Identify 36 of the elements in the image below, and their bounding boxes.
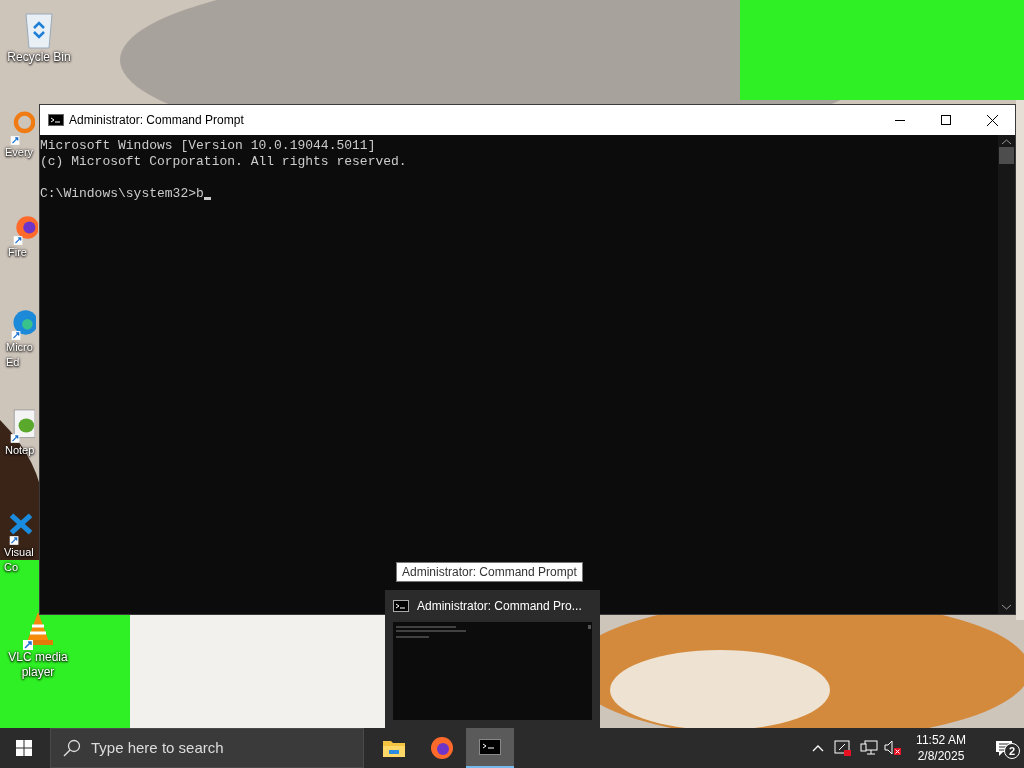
tablet-icon[interactable] [834, 739, 852, 757]
tooltip: Administrator: Command Prompt [396, 562, 583, 582]
notification-button[interactable]: 2 [984, 728, 1024, 768]
folder-icon [383, 739, 405, 757]
close-icon [986, 114, 998, 126]
network-icon[interactable] [860, 740, 878, 756]
windows-logo-icon [16, 740, 32, 756]
search-box[interactable]: Type here to search [50, 728, 364, 768]
text-cursor [203, 197, 211, 200]
thumbnail-title: Administrator: Command Pro... [417, 598, 582, 615]
scroll-down-icon[interactable] [1002, 604, 1011, 610]
desktop-shortcut[interactable]: Visual Co [4, 510, 34, 575]
browser-icon [430, 736, 454, 760]
search-icon [63, 739, 81, 757]
chevron-up-icon[interactable] [812, 744, 824, 752]
magnifier-icon [9, 110, 35, 145]
clock-time[interactable]: 11:52 AM [916, 732, 966, 748]
terminal-icon [48, 114, 64, 126]
console-line: Microsoft Windows [Version 10.0.19044.5011] [40, 138, 376, 154]
notification-count: 2 [1004, 743, 1020, 759]
console-line: C:\Windows\system32>b [40, 186, 204, 202]
notepad-icon [9, 408, 35, 443]
scrollbar-thumb[interactable] [999, 147, 1014, 164]
console-line: (c) Microsoft Corporation. All rights reserved. [40, 154, 407, 170]
search-placeholder: Type here to search [91, 737, 224, 758]
scroll-up-icon[interactable] [1002, 139, 1011, 145]
terminal-icon [393, 600, 409, 612]
muted-speaker-icon[interactable] [884, 740, 902, 756]
terminal-icon [479, 739, 501, 755]
traffic-cone-icon [21, 610, 55, 650]
maximize-icon [941, 115, 951, 125]
recycle-bin-icon [23, 10, 55, 50]
window-title: Administrator: Command Prompt [69, 112, 244, 129]
taskbar-app-button[interactable] [466, 728, 514, 768]
thumbnail-preview[interactable]: Administrator: Command Pro... [385, 590, 600, 728]
clock-date[interactable]: 2/8/2025 [917, 748, 965, 764]
